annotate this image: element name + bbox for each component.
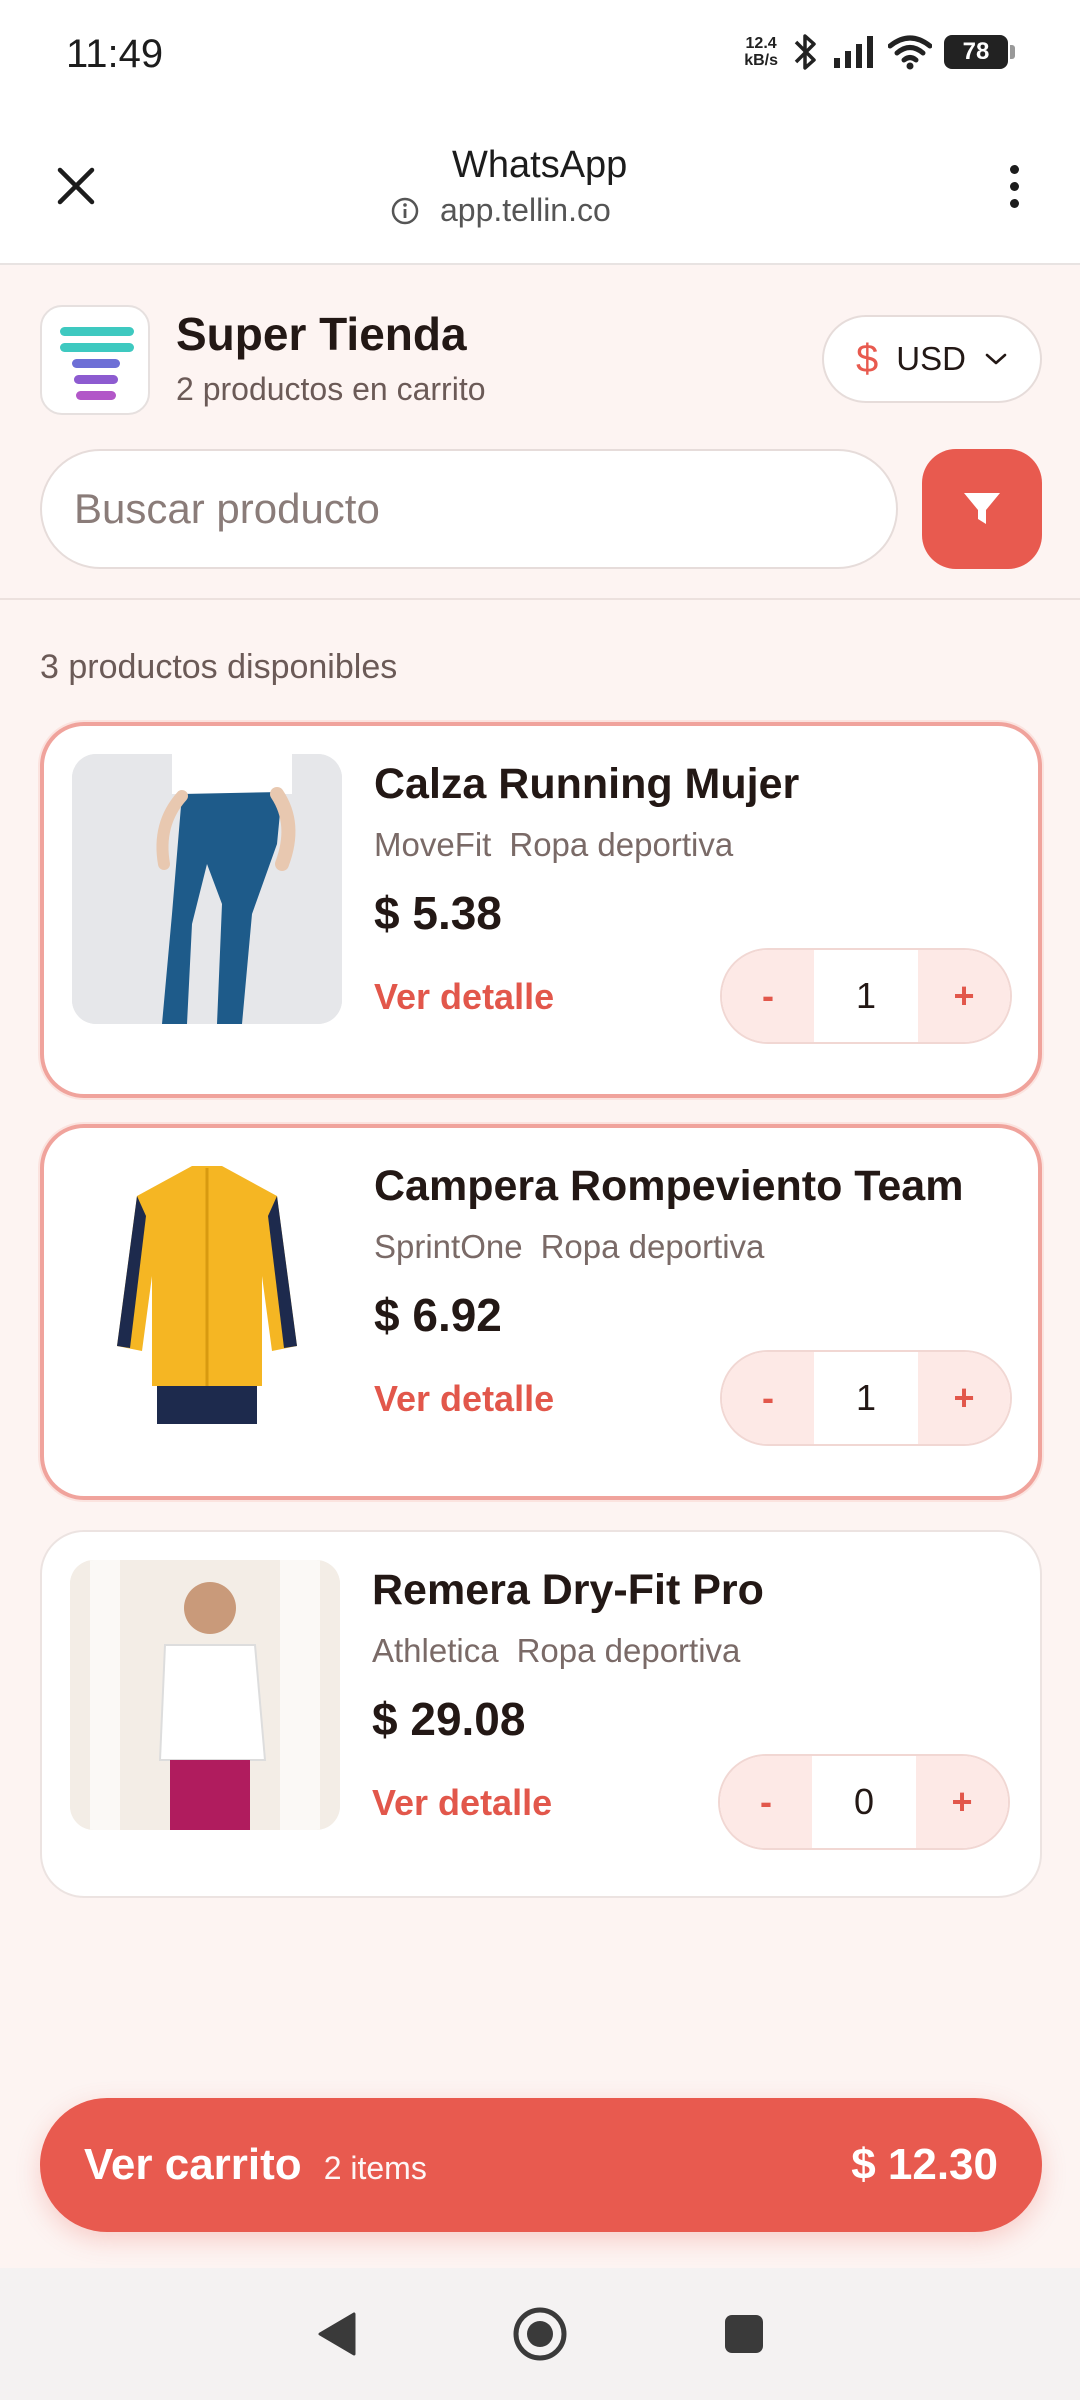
shirt-photo bbox=[70, 1560, 340, 1830]
increase-button[interactable]: + bbox=[918, 1352, 1010, 1444]
more-options-button[interactable] bbox=[988, 160, 1040, 212]
increase-button[interactable]: + bbox=[916, 1756, 1008, 1848]
status-time: 11:49 bbox=[66, 32, 164, 76]
view-detail-link[interactable]: Ver detalle bbox=[374, 976, 554, 1018]
browser-url-row[interactable]: app.tellin.co bbox=[390, 192, 611, 229]
product-category: Ropa deportiva bbox=[509, 826, 734, 863]
back-icon bbox=[318, 2312, 356, 2356]
leggings-photo bbox=[72, 754, 342, 1024]
quantity-value: 1 bbox=[855, 1377, 877, 1418]
dollar-icon: $ bbox=[856, 336, 879, 381]
quantity-value: 0 bbox=[853, 1781, 875, 1822]
status-bar: 11:49 12.4 kB/s 78 bbox=[0, 0, 1080, 110]
store-header: Super Tienda 2 productos en carrito $ US… bbox=[0, 265, 1080, 600]
signal-icon bbox=[834, 36, 873, 68]
recents-icon bbox=[725, 2315, 763, 2353]
store-name: Super Tienda bbox=[176, 308, 467, 360]
product-image bbox=[72, 1156, 342, 1426]
product-brand: SprintOne bbox=[374, 1228, 523, 1265]
bluetooth-icon bbox=[794, 34, 816, 70]
cart-summary-text: 2 productos en carrito bbox=[176, 371, 486, 407]
product-meta: SprintOne Ropa deportiva bbox=[374, 1228, 764, 1266]
quantity-stepper: - 1 + bbox=[720, 948, 1012, 1044]
quantity-stepper: - 0 + bbox=[718, 1754, 1010, 1850]
status-icons: 12.4 kB/s 78 bbox=[744, 30, 1015, 74]
system-nav-bar bbox=[0, 2268, 1080, 2400]
browser-url: app.tellin.co bbox=[440, 192, 611, 228]
filter-icon bbox=[964, 493, 1000, 524]
available-count: 3 productos disponibles bbox=[40, 648, 398, 686]
product-brand: Athletica bbox=[372, 1632, 499, 1669]
product-card[interactable]: Calza Running Mujer MoveFit Ropa deportiv… bbox=[40, 722, 1042, 1098]
product-card[interactable]: Campera Rompeviento Team SprintOne Ropa d… bbox=[40, 1124, 1042, 1500]
product-price: $ 29.08 bbox=[372, 1693, 526, 1745]
recents-button[interactable] bbox=[712, 2302, 776, 2366]
browser-toolbar: WhatsApp app.tellin.co bbox=[0, 110, 1080, 265]
menu-lines-icon bbox=[60, 327, 134, 400]
quantity-value: 1 bbox=[855, 975, 877, 1016]
wifi-icon bbox=[888, 35, 932, 70]
more-vert-icon bbox=[1009, 164, 1019, 174]
close-icon bbox=[57, 167, 95, 205]
home-icon bbox=[513, 2307, 567, 2361]
store-logo bbox=[40, 305, 150, 415]
cart-label: Ver carrito bbox=[84, 2140, 302, 2189]
product-brand: MoveFit bbox=[374, 826, 492, 863]
quantity-stepper: - 1 + bbox=[720, 1350, 1012, 1446]
product-meta: Athletica Ropa deportiva bbox=[372, 1632, 740, 1670]
decrease-button[interactable]: - bbox=[720, 1756, 812, 1848]
product-meta: MoveFit Ropa deportiva bbox=[374, 826, 733, 864]
browser-title: WhatsApp bbox=[452, 144, 628, 186]
product-name: Calza Running Mujer bbox=[374, 760, 800, 808]
cart-total: $ 12.30 bbox=[851, 2140, 998, 2189]
product-category: Ropa deportiva bbox=[540, 1228, 765, 1265]
product-name: Remera Dry-Fit Pro bbox=[372, 1566, 764, 1614]
cart-items-count: 2 items bbox=[323, 2149, 427, 2186]
network-speed: 12.4 kB/s bbox=[744, 35, 778, 69]
product-name: Campera Rompeviento Team bbox=[374, 1162, 964, 1210]
increase-button[interactable]: + bbox=[918, 950, 1010, 1042]
info-icon bbox=[391, 197, 419, 224]
product-category: Ropa deportiva bbox=[516, 1632, 741, 1669]
jacket-photo bbox=[72, 1156, 342, 1426]
decrease-button[interactable]: - bbox=[722, 1352, 814, 1444]
currency-selector[interactable]: $ USD bbox=[822, 315, 1042, 403]
view-detail-link[interactable]: Ver detalle bbox=[374, 1378, 554, 1420]
view-cart-button[interactable]: Ver carrito 2 items $ 12.30 bbox=[40, 2098, 1042, 2232]
product-price: $ 6.92 bbox=[374, 1289, 502, 1341]
product-card[interactable]: Remera Dry-Fit Pro Athletica Ropa deporti… bbox=[40, 1530, 1042, 1898]
product-price: $ 5.38 bbox=[374, 887, 502, 939]
home-button[interactable] bbox=[508, 2302, 572, 2366]
close-button[interactable] bbox=[50, 160, 102, 212]
filter-button[interactable] bbox=[922, 449, 1042, 569]
decrease-button[interactable]: - bbox=[722, 950, 814, 1042]
chevron-down-icon bbox=[985, 353, 1007, 365]
product-image bbox=[70, 1560, 340, 1830]
product-image bbox=[72, 754, 342, 1024]
currency-label: USD bbox=[896, 340, 966, 377]
battery-icon: 78 bbox=[944, 35, 1015, 69]
view-detail-link[interactable]: Ver detalle bbox=[372, 1782, 552, 1824]
back-button[interactable] bbox=[304, 2302, 368, 2366]
search-input[interactable] bbox=[40, 449, 898, 569]
